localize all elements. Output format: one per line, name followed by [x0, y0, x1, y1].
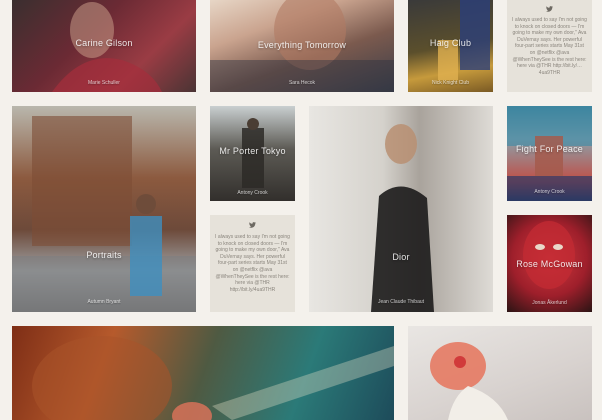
tile-credit: Jonas Åkerlund — [532, 300, 567, 306]
tile-credit: Antony Crook — [534, 189, 565, 195]
tweet-card-middle[interactable]: I always used to say I'm not going to kn… — [210, 215, 295, 312]
portraits-image — [12, 116, 196, 312]
tile-everything-tomorrow[interactable]: Everything Tomorrow Sara Hecok — [210, 0, 394, 92]
tile-portraits[interactable]: Portraits Autumn Bryant — [12, 106, 196, 312]
tile-title: Everything Tomorrow — [257, 40, 347, 50]
tile-credit: Sara Hecok — [288, 80, 316, 86]
tile-fight-for-peace[interactable]: Fight For Peace Antony Crook — [507, 106, 592, 201]
tile-haig-club[interactable]: Haig Club Nick Knight Club — [408, 0, 493, 92]
bottom-right-image — [430, 342, 508, 420]
twitter-bird-icon — [546, 6, 553, 12]
bottom-left-image — [32, 336, 394, 420]
tile-credit: Antony Crook — [237, 190, 268, 196]
tile-title: Dior — [392, 252, 410, 262]
tile-bottom-right-photo[interactable] — [408, 326, 592, 420]
tile-credit: Jean Claude Thibaut — [377, 299, 425, 305]
tile-title: Portraits — [86, 250, 122, 260]
tile-rose-mcgowan[interactable]: Rose McGowan Jonas Åkerlund — [507, 215, 592, 312]
tweet-text: I always used to say I'm not going to kn… — [215, 234, 290, 293]
tile-title: Haig Club — [429, 38, 472, 48]
tile-title: Mr Porter Tokyo — [219, 146, 286, 156]
tile-title: Rose McGowan — [516, 259, 583, 269]
tile-dior[interactable]: Dior Jean Claude Thibaut — [309, 106, 493, 312]
tile-title: Fight For Peace — [515, 144, 584, 154]
tile-mr-porter-tokyo[interactable]: Mr Porter Tokyo Antony Crook — [210, 106, 295, 201]
tweet-text: I always used to say I'm not going to kn… — [512, 17, 587, 76]
tile-credit: Autumn Bryant — [87, 299, 121, 305]
tweet-card-top[interactable]: I always used to say I'm not going to kn… — [507, 0, 592, 92]
twitter-bird-icon — [249, 222, 256, 228]
tile-title: Carine Gilson — [75, 38, 133, 48]
dior-image — [371, 124, 434, 312]
tile-carine-gilson[interactable]: Carine Gilson Marie Schuller — [12, 0, 196, 92]
tile-credit: Marie Schuller — [88, 80, 120, 86]
tile-credit: Nick Knight Club — [432, 80, 469, 86]
tile-bottom-left-photo[interactable] — [12, 326, 394, 420]
